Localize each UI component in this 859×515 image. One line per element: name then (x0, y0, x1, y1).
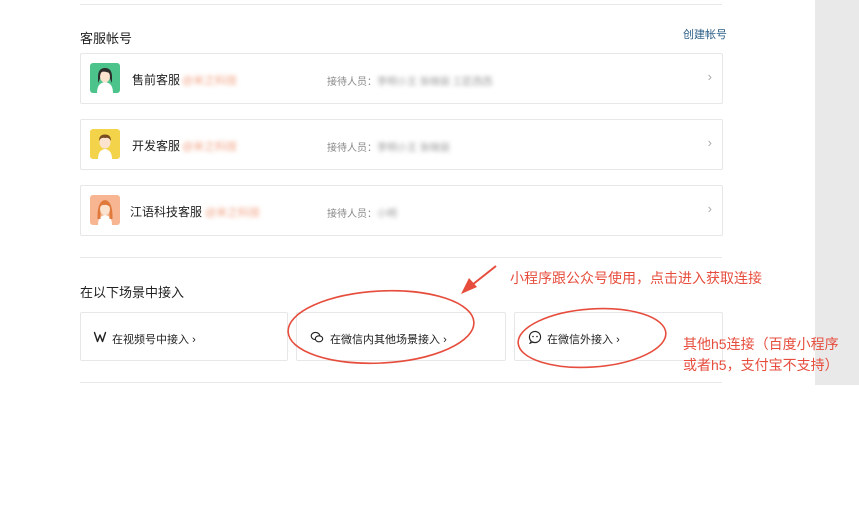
chevron-right-icon: › (707, 201, 712, 216)
chevron-right-icon: › (707, 69, 712, 84)
staff-value: 李明小王 张晓丽 工匠西西 (377, 77, 493, 88)
account-card-dev[interactable]: 开发客服 @米之科技 接待人员：李明小王 张晓丽 › (80, 119, 723, 170)
annotation-note-right-line2: 或者h5，支付宝不支持） (683, 357, 839, 373)
annotation-arrow-icon (461, 265, 497, 294)
annotation-note-right-line1: 其他h5连接（百度小程序 (683, 336, 839, 352)
scene-label-text: 在微信外接入 (547, 334, 613, 346)
chevron-right-icon: › (707, 135, 712, 150)
avatar-yellow (90, 129, 120, 159)
accounts-section-title: 客服帐号 (80, 31, 133, 46)
account-staff: 接待人员：李明小王 张晓丽 (327, 139, 450, 154)
scene-label: 在微信外接入 › (547, 331, 620, 347)
staff-label: 接待人员： (327, 77, 377, 88)
chat-bubble-icon (528, 330, 542, 344)
account-name: 售前客服 (132, 73, 181, 87)
video-channel-icon (93, 331, 107, 343)
avatar-green (90, 63, 120, 93)
staff-label: 接待人员： (327, 143, 377, 154)
scene-label: 在视频号中接入 › (112, 331, 196, 347)
account-staff: 接待人员：小明 (327, 205, 397, 220)
account-handle: @米之科技 (182, 75, 238, 87)
account-name: 开发客服 (132, 139, 181, 153)
scene-section-title: 在以下场景中接入 (80, 285, 185, 300)
avatar-peach (90, 195, 120, 225)
scene-label-text: 在微信内其他场景接入 (330, 334, 440, 346)
create-account-link[interactable]: 创建帐号 (683, 26, 727, 42)
scene-label-text: 在视频号中接入 (112, 334, 189, 346)
scene-option-wechat-other[interactable]: 在微信内其他场景接入 › (296, 312, 506, 361)
scene-option-video-channel[interactable]: 在视频号中接入 › (80, 312, 288, 361)
top-divider (80, 4, 722, 5)
customer-service-page: 客服帐号 创建帐号 售前客服 @米之科技 接待人员：李明小王 张晓丽 工匠西西 … (0, 0, 859, 515)
staff-value: 小明 (377, 209, 397, 220)
right-gutter (815, 0, 859, 385)
wechat-icon (310, 331, 324, 343)
account-handle: @米之科技 (205, 207, 261, 219)
account-card-jiangyu[interactable]: 江语科技客服 @米之科技 接待人员：小明 › (80, 185, 723, 236)
section-divider (80, 257, 722, 258)
chevron-right-icon: › (616, 334, 620, 346)
staff-label: 接待人员： (327, 209, 377, 220)
account-handle: @米之科技 (182, 141, 238, 153)
account-name: 江语科技客服 (130, 205, 203, 219)
staff-value: 李明小王 张晓丽 (377, 143, 450, 154)
account-card-presales[interactable]: 售前客服 @米之科技 接待人员：李明小王 张晓丽 工匠西西 › (80, 53, 723, 104)
scene-label: 在微信内其他场景接入 › (330, 331, 447, 347)
chevron-right-icon: › (192, 334, 196, 346)
annotation-note-top: 小程序跟公众号使用，点击进入获取连接 (510, 270, 762, 286)
account-staff: 接待人员：李明小王 张晓丽 工匠西西 (327, 73, 493, 88)
bottom-divider (80, 382, 722, 383)
chevron-right-icon: › (443, 334, 447, 346)
